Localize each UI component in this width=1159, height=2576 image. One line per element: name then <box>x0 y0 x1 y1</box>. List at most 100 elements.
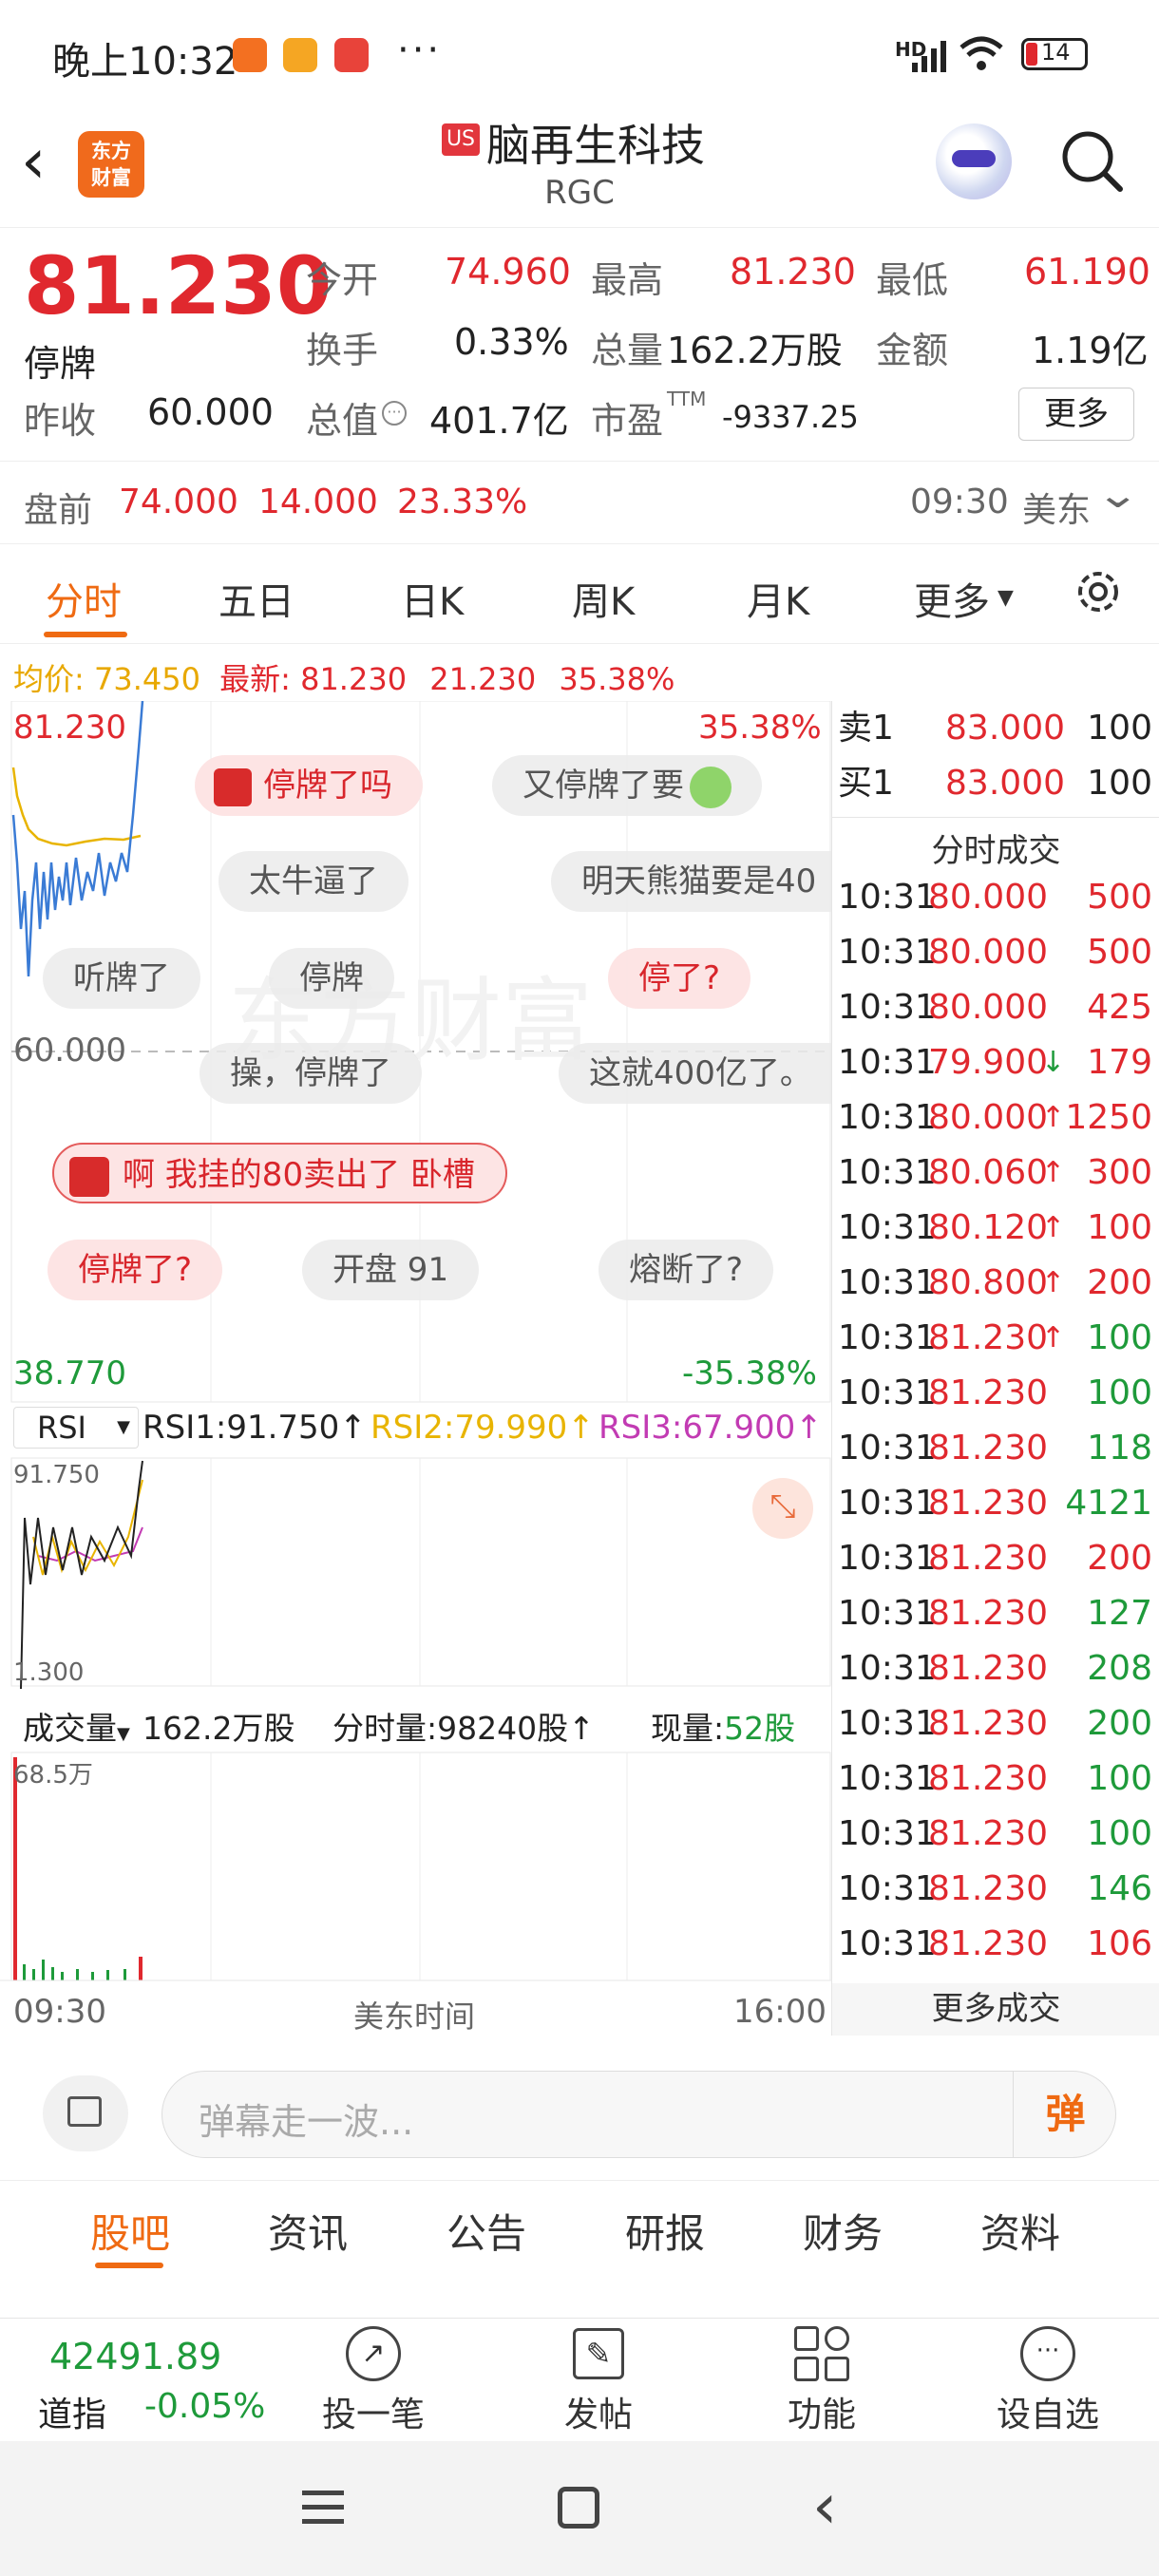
tab-financials[interactable]: 财务 <box>803 2202 883 2260</box>
trade-time: 10:31 <box>838 1539 937 1578</box>
post-button[interactable]: ✎ 发帖 <box>527 2326 670 2436</box>
danmaku-input-bar: 弹幕走一波... 弹 <box>0 2042 1159 2180</box>
danmaku-bubble[interactable]: 操，停牌了 <box>200 1043 422 1104</box>
system-nav-bar: ‹ <box>0 2441 1159 2576</box>
premarket-label: 盘前 <box>24 491 93 530</box>
trade-time: 10:31 <box>838 1814 937 1853</box>
danmaku-send-button[interactable]: 弹 <box>1013 2072 1117 2157</box>
danmaku-text: 开盘 91 <box>332 1251 449 1289</box>
trade-time: 10:31 <box>838 1208 937 1247</box>
settings-gear-icon[interactable] <box>1072 565 1125 618</box>
chart-top-pct: 35.38% <box>698 709 822 747</box>
volume-bars <box>23 1960 126 1980</box>
trade-price: 79.900 <box>928 1043 1048 1082</box>
danmaku-text: 太牛逼了 <box>249 862 378 900</box>
tab-intraday[interactable]: 分时 <box>46 571 122 626</box>
danmaku-bubble[interactable]: 又停牌了要 <box>492 755 762 816</box>
trade-time: 10:31 <box>838 1043 937 1082</box>
danmaku-bubble[interactable]: 开盘 91 <box>302 1240 480 1300</box>
search-icon[interactable] <box>1059 128 1126 195</box>
tab-5day[interactable]: 五日 <box>218 571 294 626</box>
trade-volume: 100 <box>1087 1208 1152 1247</box>
logo-line-1: 东方 <box>91 140 131 162</box>
more-quote-button[interactable]: 更多 <box>1018 388 1134 441</box>
tab-monthly[interactable]: 月K <box>747 571 809 626</box>
trade-volume: 208 <box>1087 1649 1152 1688</box>
rsi1-value: RSI1:91.750↑ <box>142 1409 367 1447</box>
volume-label: 总量 <box>591 330 664 371</box>
quote-panel: 81.230 停牌 今开 74.960 最高 81.230 最低 61.190 … <box>0 228 1159 461</box>
index-pct: -0.05% <box>144 2387 266 2426</box>
home-icon[interactable] <box>558 2487 599 2529</box>
trade-arrow: ↑ <box>1040 1266 1065 1299</box>
expand-icon[interactable]: ⤡ <box>752 1478 813 1539</box>
trade-time: 10:31 <box>838 1484 937 1523</box>
more-trades-button[interactable]: 更多成交 <box>832 1983 1159 2036</box>
trade-row: 10:31 81.230 208 <box>832 1641 1159 1696</box>
trade-time: 10:31 <box>838 1153 937 1192</box>
battery-icon: 14 <box>1021 38 1088 70</box>
back-icon[interactable]: ‹ <box>812 2470 837 2543</box>
caret-down-icon: ▼ <box>117 1417 130 1437</box>
danmaku-bubble[interactable]: 听牌了 <box>43 948 200 1009</box>
tab-announcements[interactable]: 公告 <box>446 2202 526 2260</box>
tab-profile[interactable]: 资料 <box>980 2202 1060 2260</box>
trade-row: 10:31 80.000 ↑ 1250 <box>832 1090 1159 1146</box>
tab-news[interactable]: 资讯 <box>268 2202 348 2260</box>
tab-research[interactable]: 研报 <box>625 2202 705 2260</box>
mktcap-info-icon[interactable]: ··· <box>382 401 407 426</box>
wifi-icon <box>960 36 1003 70</box>
tab-more[interactable]: 更多 <box>914 571 990 626</box>
danmaku-bubble[interactable]: 停了? <box>608 948 751 1009</box>
danmaku-settings-icon[interactable] <box>43 2075 128 2151</box>
dow-index-widget[interactable]: 42491.89 道指 -0.05% <box>0 2319 285 2442</box>
volume-now: 现量:52股 <box>651 1703 795 1749</box>
add-watchlist-button[interactable]: ··· 设自选 <box>977 2326 1119 2436</box>
danmaku-bubble[interactable]: 熔断了? <box>598 1240 774 1300</box>
trade-row: 10:31 80.000 425 <box>832 980 1159 1035</box>
avg-label: 均价: <box>13 661 85 697</box>
low-label: 最低 <box>876 259 949 301</box>
rsi1-series <box>20 1460 143 1690</box>
vote-button[interactable]: ↗ 投一笔 <box>302 2326 445 2436</box>
danmaku-bubble[interactable]: 明天熊猫要是40 <box>551 851 831 912</box>
latest-change: 21.230 <box>429 661 537 697</box>
rsi3-text: RSI3:67.900 <box>598 1409 796 1447</box>
rsi2-value: RSI2:79.990↑ <box>370 1409 595 1447</box>
functions-button[interactable]: 功能 <box>750 2326 893 2436</box>
intraday-chart[interactable]: 东方财富 81.230 35.38% 60.000 38.770 -35.38% <box>0 701 831 2036</box>
bid1-price: 83.000 <box>945 764 1065 803</box>
tab-weekly[interactable]: 周K <box>572 571 635 626</box>
trade-price: 80.060 <box>928 1153 1048 1192</box>
gift-icon <box>69 1156 109 1197</box>
danmaku-bubble[interactable]: 太牛逼了 <box>218 851 408 912</box>
danmaku-input[interactable]: 弹幕走一波... 弹 <box>162 2071 1116 2158</box>
trade-volume: 127 <box>1087 1594 1152 1633</box>
volume-selector[interactable]: 成交量▼ <box>23 1703 130 1749</box>
danmaku-bubble[interactable]: 啊 我挂的80卖出了 卧槽 <box>52 1143 507 1203</box>
trade-row: 10:31 80.000 500 <box>832 925 1159 980</box>
rsi-selector[interactable]: RSI ▼ <box>13 1407 139 1449</box>
menu-icon[interactable] <box>302 2491 344 2524</box>
tab-daily[interactable]: 日K <box>401 571 464 626</box>
danmaku-text: 操，停牌了 <box>230 1054 391 1092</box>
premarket-bar[interactable]: 盘前 74.000 14.000 23.33% 09:30 美东 ⌄ <box>0 461 1159 544</box>
danmaku-bubble[interactable]: 停牌了? <box>48 1240 223 1300</box>
trade-row: 10:31 81.230 146 <box>832 1862 1159 1917</box>
trade-ticker-panel: 卖1 83.000 100 买1 83.000 100 分时成交 10:31 80… <box>831 701 1159 2036</box>
chevron-down-icon: ⌄ <box>1095 473 1141 517</box>
tab-forum[interactable]: 股吧 <box>90 2202 170 2260</box>
rsi2-text: RSI2:79.990 <box>370 1409 568 1447</box>
danmaku-bubble[interactable]: 停牌了吗 <box>195 755 423 816</box>
chart-bottom-pct: -35.38% <box>682 1354 817 1392</box>
danmaku-text: 停牌了? <box>78 1251 193 1289</box>
danmaku-bubble[interactable]: 这就400亿了。 <box>559 1043 831 1104</box>
ai-assistant-avatar[interactable] <box>936 123 1012 199</box>
battery-level: 14 <box>1041 39 1071 66</box>
danmaku-bubble[interactable]: 停牌 <box>269 948 394 1009</box>
premarket-change: 14.000 <box>258 483 378 521</box>
trade-price: 81.230 <box>928 1759 1048 1798</box>
latest-label: 最新: <box>219 661 291 697</box>
trade-row: 10:31 81.230 100 <box>832 1807 1159 1862</box>
rsi-top-value: 91.750 <box>13 1461 100 1489</box>
